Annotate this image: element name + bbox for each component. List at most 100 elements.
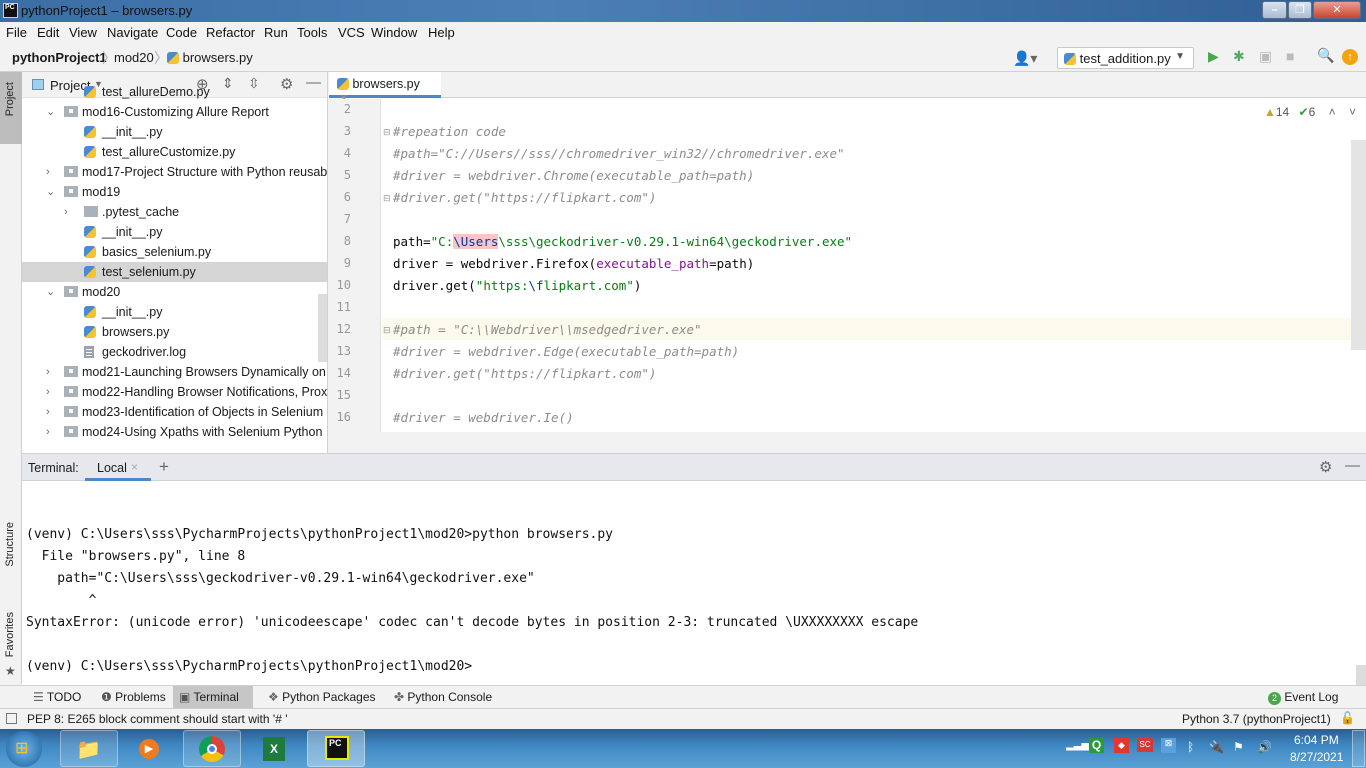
search-icon[interactable]: 🔍 xyxy=(1317,47,1334,64)
breadcrumb-folder[interactable]: mod20 xyxy=(114,50,154,65)
chevron-down-icon[interactable]: ⌄ xyxy=(46,282,55,302)
menu-edit[interactable]: Edit xyxy=(37,25,59,40)
tool-tab-python-packages[interactable]: ❖ Python Packages xyxy=(262,686,382,709)
chevron-right-icon[interactable]: › xyxy=(46,362,50,382)
tree-folder[interactable]: › mod22-Handling Browser Notifications, P… xyxy=(22,382,327,402)
tree-folder[interactable]: › .pytest_cache xyxy=(22,202,327,222)
tree-file[interactable]: __init__.py xyxy=(22,222,327,242)
network-signal-icon[interactable]: ▂▃▅ xyxy=(1066,740,1089,751)
tray-q-icon[interactable]: Q xyxy=(1089,738,1104,753)
hide-panel-icon[interactable]: — xyxy=(1345,457,1360,474)
structure-tool-tab[interactable]: Structure xyxy=(0,522,22,602)
debug-icon[interactable]: ✱ xyxy=(1233,48,1245,65)
chevron-right-icon[interactable]: › xyxy=(46,382,50,402)
tree-file[interactable]: __init__.py xyxy=(22,302,327,322)
tree-folder[interactable]: ⌄ mod20 xyxy=(22,282,327,302)
start-button[interactable]: ⊞ xyxy=(6,731,42,767)
chevron-right-icon[interactable]: › xyxy=(46,162,50,182)
close-tab-icon[interactable]: × xyxy=(131,460,138,474)
tree-folder[interactable]: › mod17-Project Structure with Python reu… xyxy=(22,162,327,182)
chevron-right-icon[interactable]: › xyxy=(64,202,68,222)
gear-icon[interactable]: ⚙ xyxy=(1319,458,1332,476)
update-icon[interactable]: ↑ xyxy=(1342,49,1358,65)
chevron-right-icon[interactable]: › xyxy=(46,402,50,422)
power-icon[interactable]: 🔌 xyxy=(1209,740,1224,754)
tree-file[interactable]: basics_selenium.py xyxy=(22,242,327,262)
tree-folder[interactable]: › mod21-Launching Browsers Dynamically on… xyxy=(22,362,327,382)
chevron-down-icon[interactable]: ⌄ xyxy=(46,182,55,202)
editor-scrollbar[interactable] xyxy=(1351,140,1366,350)
minimize-button[interactable]: – xyxy=(1262,1,1287,19)
taskbar-chrome[interactable] xyxy=(183,730,241,767)
new-terminal-icon[interactable]: + xyxy=(159,457,169,477)
tree-file[interactable]: test_allureCustomize.py xyxy=(22,142,327,162)
tool-tab-python-console[interactable]: ✤ Python Console xyxy=(388,686,498,709)
lock-icon[interactable]: 🔓 xyxy=(1340,711,1355,725)
menu-view[interactable]: View xyxy=(69,25,97,40)
menu-run[interactable]: Run xyxy=(264,25,288,40)
menu-tools[interactable]: Tools xyxy=(297,25,327,40)
toggle-tool-windows-icon[interactable] xyxy=(6,713,17,724)
menu-code[interactable]: Code xyxy=(166,25,197,40)
coverage-icon[interactable]: ▣ xyxy=(1259,48,1272,65)
tree-folder[interactable]: › mod23-Identification of Objects in Sele… xyxy=(22,402,327,422)
fold-marker-icon[interactable]: ⊟ xyxy=(383,325,391,336)
project-tool-tab[interactable]: Project xyxy=(0,72,22,144)
taskbar-excel[interactable]: X xyxy=(245,730,303,767)
fold-marker-icon[interactable]: ⊟ xyxy=(383,193,391,204)
restore-button[interactable]: ❐ xyxy=(1288,1,1312,19)
inspection-widget[interactable]: ▲14 ✔6 ˄ ˅ xyxy=(1264,105,1356,119)
tree-file[interactable]: browsers.py xyxy=(22,322,327,342)
tray-screencast-icon[interactable]: SC xyxy=(1137,738,1153,752)
tree-file[interactable]: test_selenium.py xyxy=(22,262,327,282)
terminal-scrollbar[interactable] xyxy=(1356,665,1366,685)
close-button[interactable]: ✕ xyxy=(1313,1,1361,19)
show-desktop-button[interactable] xyxy=(1352,730,1365,767)
tree-file[interactable]: test_allureDemo.py xyxy=(22,82,327,102)
tool-tab-todo[interactable]: ☰ TODO xyxy=(27,686,87,709)
menu-window[interactable]: Window xyxy=(371,25,417,40)
tray-app-icon[interactable]: ⊠ xyxy=(1161,738,1176,753)
tool-tab-problems[interactable]: ❶ Problems xyxy=(95,686,172,709)
taskbar-file-explorer[interactable]: 📁 xyxy=(60,730,118,767)
stop-icon[interactable]: ■ xyxy=(1286,48,1294,64)
terminal-output[interactable]: (venv) C:\Users\sss\PycharmProjects\pyth… xyxy=(22,481,1366,685)
tree-scrollbar[interactable] xyxy=(318,294,327,362)
action-center-icon[interactable]: ⚑ xyxy=(1233,740,1244,754)
taskbar-media-player[interactable]: ▶ xyxy=(120,730,178,767)
tree-folder[interactable]: ⌄ mod19 xyxy=(22,182,327,202)
tree-file[interactable]: geckodriver.log xyxy=(22,342,327,362)
taskbar-pycharm[interactable]: PC xyxy=(307,730,365,767)
menu-file[interactable]: File xyxy=(6,25,27,40)
breadcrumb-project[interactable]: pythonProject1 xyxy=(12,50,107,65)
tree-file[interactable]: __init__.py xyxy=(22,122,327,142)
tray-anydesk-icon[interactable]: ◆ xyxy=(1114,738,1129,753)
tree-folder[interactable]: ⌄ mod16-Customizing Allure Report xyxy=(22,102,327,122)
menu-help[interactable]: Help xyxy=(428,25,455,40)
fold-marker-icon[interactable]: ⊟ xyxy=(383,127,391,138)
favorites-tool-tab[interactable]: Favorites ★ xyxy=(0,612,22,682)
run-configuration-select[interactable]: test_addition.py ▼ xyxy=(1057,47,1194,69)
terminal-tab-local[interactable]: Local × xyxy=(85,454,151,481)
previous-highlight-icon[interactable]: ˄ xyxy=(1329,105,1336,119)
volume-icon[interactable]: 🔊 xyxy=(1257,740,1272,754)
menu-vcs[interactable]: VCS xyxy=(338,25,365,40)
event-log-button[interactable]: 2 Event Log xyxy=(1262,686,1344,709)
code-area[interactable]: #repeation code ⊟ #path="C://Users//sss//c… xyxy=(329,99,1366,432)
breadcrumb-file[interactable]: browsers.py xyxy=(167,50,253,65)
clock-date[interactable]: 8/27/2021 xyxy=(1290,750,1343,764)
interpreter-selector[interactable]: Python 3.7 (pythonProject1) xyxy=(1182,712,1331,726)
clock-time[interactable]: 6:04 PM xyxy=(1294,733,1339,747)
bluetooth-icon[interactable]: ᛒ xyxy=(1187,740,1194,754)
star-icon: ★ xyxy=(5,664,16,678)
tool-tab-terminal[interactable]: ▣ Terminal xyxy=(173,686,253,709)
next-highlight-icon[interactable]: ˅ xyxy=(1349,105,1356,119)
tree-folder[interactable]: › mod24-Using Xpaths with Selenium Python xyxy=(22,422,327,442)
menu-navigate[interactable]: Navigate xyxy=(107,25,158,40)
run-icon[interactable]: ▶ xyxy=(1208,48,1219,65)
tab-browsers-py[interactable]: browsers.py × xyxy=(329,72,441,105)
chevron-right-icon[interactable]: › xyxy=(46,422,50,442)
user-icon[interactable]: 👤▾ xyxy=(1013,50,1037,67)
menu-refactor[interactable]: Refactor xyxy=(206,25,255,40)
chevron-down-icon[interactable]: ⌄ xyxy=(46,102,55,122)
